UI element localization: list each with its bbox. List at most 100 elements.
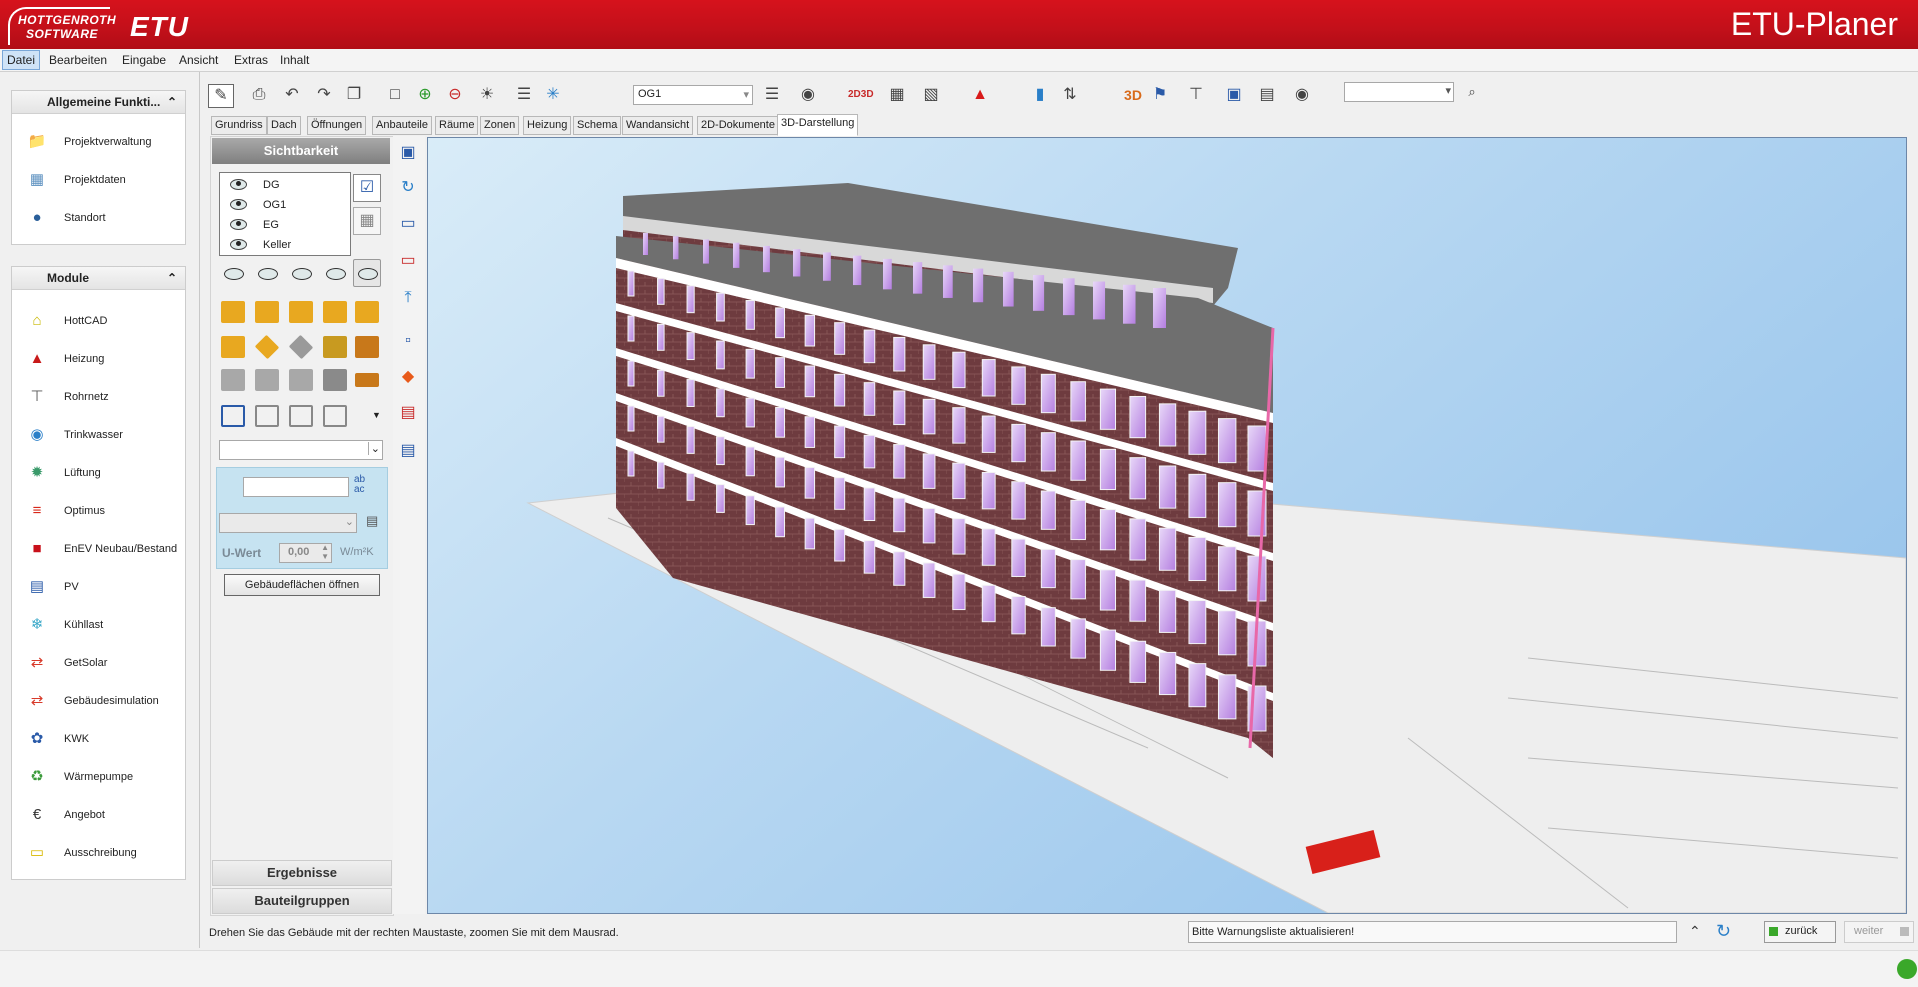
eye-toggle-icon[interactable]: [353, 259, 381, 287]
panel-icon[interactable]: ▮: [1028, 84, 1052, 106]
visibility-title[interactable]: Sichtbarkeit: [212, 138, 390, 164]
menu-datei[interactable]: Datei: [2, 50, 41, 70]
print-icon[interactable]: ⎙: [247, 84, 271, 106]
search-input[interactable]: ▾: [1344, 82, 1454, 102]
section-icon[interactable]: ⤒: [396, 287, 420, 309]
redo-icon[interactable]: ↷: [312, 84, 336, 106]
gray-roof-icon[interactable]: [289, 369, 313, 391]
sun-icon[interactable]: ☀: [475, 84, 499, 106]
cube-red-icon[interactable]: ▭: [396, 250, 420, 272]
roof-icon[interactable]: ▲: [968, 84, 992, 106]
gray-wall-icon[interactable]: [221, 369, 245, 391]
eye-icon[interactable]: [221, 262, 245, 284]
select-all-icon[interactable]: ☑: [353, 174, 381, 202]
radiator-icon[interactable]: [355, 336, 379, 358]
window-icon[interactable]: [289, 301, 313, 323]
layers-stack-icon[interactable]: [323, 336, 347, 358]
floor-icon[interactable]: [221, 336, 245, 358]
undo-icon[interactable]: ↶: [280, 84, 304, 106]
view-window-icon[interactable]: ▣: [396, 142, 420, 164]
hierarchy-icon[interactable]: ⊤: [1184, 84, 1208, 106]
zoom-in-icon[interactable]: ⊕: [413, 84, 437, 106]
book-icon[interactable]: ▤: [366, 513, 378, 529]
opening-icon[interactable]: [255, 301, 279, 323]
box-gray-icon[interactable]: [255, 405, 279, 427]
check-cube-icon[interactable]: ▫: [396, 330, 420, 352]
grid-x-icon[interactable]: ▧: [919, 84, 943, 106]
component-select[interactable]: ⌄: [219, 440, 383, 460]
menu-extras[interactable]: Extras: [234, 53, 268, 67]
menu-ansicht[interactable]: Ansicht: [179, 53, 218, 67]
uwert-input[interactable]: 0,00 ▲ ▼: [279, 543, 332, 563]
flag-icon[interactable]: ⚑: [1148, 84, 1172, 106]
tab-3d-darstellung[interactable]: 3D-Darstellung: [777, 114, 859, 136]
layer-list[interactable]: DG OG1 EG Keller: [219, 172, 351, 256]
search-icon[interactable]: ⌕: [1460, 81, 1484, 103]
component-groups-button[interactable]: Bauteilgruppen: [212, 888, 392, 914]
open-building-surfaces-button[interactable]: Gebäudeflächen öffnen: [224, 574, 380, 596]
cube-icon[interactable]: ▣: [1222, 84, 1246, 106]
results-button[interactable]: Ergebnisse: [212, 860, 392, 886]
3d-viewport[interactable]: [427, 137, 1907, 914]
eye-icon[interactable]: [255, 262, 279, 284]
collapse-icon[interactable]: ⌃: [167, 271, 177, 285]
plate-icon[interactable]: [355, 373, 379, 387]
menu-eingabe[interactable]: Eingabe: [122, 53, 166, 67]
tab-dach[interactable]: Dach: [267, 116, 301, 135]
tab-wandansicht[interactable]: Wandansicht: [622, 116, 694, 135]
camera-icon[interactable]: ◉: [1290, 84, 1314, 106]
floor-select[interactable]: OG1 ▾: [633, 85, 753, 105]
transform-icon[interactable]: ⇅: [1058, 84, 1082, 106]
select-none-icon[interactable]: ▦: [353, 207, 381, 235]
tab-2d-dokumente[interactable]: 2D-Dokumente: [697, 116, 779, 135]
eraser-icon[interactable]: ◆: [396, 366, 420, 388]
tab-schema[interactable]: Schema: [573, 116, 622, 135]
compass-icon[interactable]: ✳: [541, 84, 565, 106]
tab-anbauteile[interactable]: Anbauteile: [372, 116, 432, 135]
plan-icon[interactable]: ▤: [396, 402, 420, 424]
ceiling-icon[interactable]: [355, 301, 379, 323]
box-gray-icon[interactable]: [323, 405, 347, 427]
grid-icon[interactable]: ▦: [885, 84, 909, 106]
warning-message[interactable]: Bitte Warnungsliste aktualisieren!: [1188, 921, 1677, 943]
tab-raeume[interactable]: Räume: [435, 116, 479, 135]
zoom-out-icon[interactable]: ⊖: [443, 84, 467, 106]
back-button[interactable]: zurück: [1764, 921, 1836, 943]
tab-heizung[interactable]: Heizung: [523, 116, 572, 135]
tab-zonen[interactable]: Zonen: [480, 116, 520, 135]
gray-stair-icon[interactable]: [255, 369, 279, 391]
box-blue-icon[interactable]: [221, 405, 245, 427]
tab-oeffnungen[interactable]: Öffnungen: [307, 116, 367, 135]
name-input[interactable]: [243, 477, 349, 497]
list-icon[interactable]: ☰: [512, 84, 536, 106]
menu-inhalt[interactable]: Inhalt: [280, 53, 309, 67]
tab-grundriss[interactable]: Grundriss: [211, 116, 267, 135]
box-gray-icon[interactable]: [289, 405, 313, 427]
door-icon[interactable]: [323, 301, 347, 323]
print-view-icon[interactable]: ▤: [396, 440, 420, 462]
refresh-icon[interactable]: ↻: [1716, 921, 1731, 942]
layers-icon[interactable]: ☰: [760, 84, 784, 106]
next-button[interactable]: weiter: [1844, 921, 1914, 943]
pencil-icon[interactable]: ✎: [208, 84, 234, 108]
2d-3d-icon[interactable]: 2D3D: [848, 84, 874, 106]
abc-icon[interactable]: ab ac: [354, 475, 365, 495]
eye-icon[interactable]: [323, 262, 347, 284]
3d-icon[interactable]: 3D: [1121, 84, 1145, 106]
table-icon[interactable]: ▤: [1255, 84, 1279, 106]
copy-icon[interactable]: ❐: [342, 84, 366, 106]
view-icon[interactable]: ◉: [796, 84, 820, 106]
cube-view-icon[interactable]: ▭: [396, 213, 420, 235]
collapse-up-icon[interactable]: ⌃: [1689, 923, 1701, 940]
zoom-window-icon[interactable]: □: [383, 84, 407, 106]
menu-bearbeiten[interactable]: Bearbeiten: [49, 53, 107, 67]
general-functions-header[interactable]: Allgemeine Funkti... ⌃: [12, 91, 185, 114]
eye-icon[interactable]: [289, 262, 313, 284]
modules-header[interactable]: Module ⌃: [12, 267, 185, 290]
rotate-icon[interactable]: ↻: [396, 177, 420, 199]
wall-icon[interactable]: [221, 301, 245, 323]
pipe-gray-icon[interactable]: [323, 369, 347, 391]
dropdown-arrow-icon[interactable]: ▼: [372, 410, 381, 420]
material-select[interactable]: ⌄: [219, 513, 357, 533]
collapse-icon[interactable]: ⌃: [167, 95, 177, 109]
